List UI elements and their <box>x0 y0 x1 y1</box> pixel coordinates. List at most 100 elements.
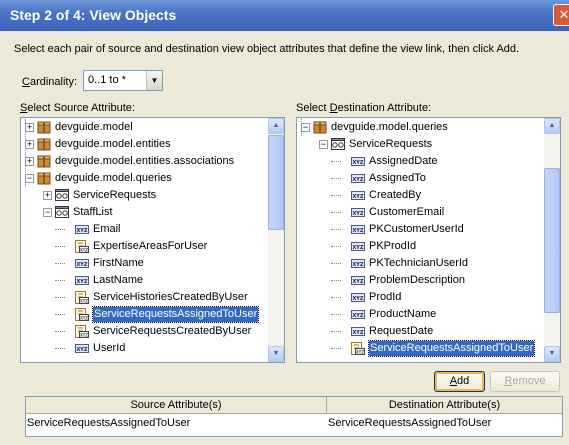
svg-text:XYZ: XYZ <box>76 347 87 353</box>
attribute-icon: XYZ <box>351 155 365 168</box>
svg-text:XYZ: XYZ <box>352 211 363 217</box>
tree-node[interactable]: XYZ CustomerEmail <box>297 204 542 221</box>
svg-text:XYZ: XYZ <box>80 333 88 338</box>
collapse-icon[interactable]: − <box>319 140 328 149</box>
attribute-icon: XYZ <box>351 325 365 338</box>
scroll-up-icon[interactable]: ▲ <box>544 118 560 134</box>
tree-connector <box>331 314 341 315</box>
collapse-icon[interactable]: − <box>43 208 52 217</box>
tree-node[interactable]: − devguide.model.queries <box>297 119 542 136</box>
column-header-source[interactable]: Source Attribute(s) <box>26 397 327 414</box>
tree-connector <box>55 280 65 281</box>
attribute-icon: XYZ <box>75 223 89 236</box>
collapse-icon[interactable]: − <box>301 123 310 132</box>
tree-node[interactable]: + ServiceRequests <box>21 187 266 204</box>
collapse-icon[interactable]: − <box>25 174 34 183</box>
tree-connector <box>331 161 341 162</box>
attribute-icon: XYZ <box>351 257 365 270</box>
tree-connector <box>55 314 65 315</box>
tree-node[interactable]: XYZ ServiceRequestsAssignedToUser <box>297 340 542 357</box>
destination-tree-scrollbar[interactable]: ▲ ▼ <box>544 118 560 362</box>
tree-node-label: CustomerEmail <box>369 206 445 218</box>
tree-node-label: ServiceHistoriesCreatedByUser <box>93 291 248 303</box>
tree-node[interactable]: XYZ ServiceHistoriesCreatedByUser <box>21 289 266 306</box>
cardinality-label: Cardinality: <box>22 76 78 88</box>
tree-connector <box>331 195 341 196</box>
tree-node[interactable]: XYZ AssignedDate <box>297 153 542 170</box>
destination-attribute-label: Select Destination Attribute: <box>296 102 432 114</box>
svg-text:XYZ: XYZ <box>352 262 363 268</box>
scroll-up-icon[interactable]: ▲ <box>268 118 284 134</box>
tree-node[interactable]: XYZ Email <box>21 221 266 238</box>
tree-node[interactable]: XYZ ProdId <box>297 289 542 306</box>
tree-node[interactable]: XYZ ProblemDescription <box>297 272 542 289</box>
expand-icon[interactable]: + <box>43 191 52 200</box>
table-cell-source[interactable]: ServiceRequestsAssignedToUser <box>27 416 325 432</box>
tree-node-label: PKCustomerUserId <box>369 223 464 235</box>
tree-node-label: ServiceRequestsAssignedToUser <box>367 340 536 357</box>
svg-text:XYZ: XYZ <box>80 316 88 321</box>
add-button[interactable]: Add <box>434 371 485 392</box>
attribute-icon: XYZ <box>351 189 365 202</box>
attribute-icon: XYZ <box>351 308 365 321</box>
tree-node-label: ServiceRequests <box>73 189 157 201</box>
attribute-icon: XYZ <box>351 274 365 287</box>
tree-node[interactable]: − StaffList <box>21 204 266 221</box>
tree-node-label: devguide.model.queries <box>55 172 172 184</box>
package-icon <box>37 138 51 151</box>
tree-node[interactable]: XYZ AssignedTo <box>297 170 542 187</box>
tree-node-label: CreatedBy <box>369 189 421 201</box>
expand-icon[interactable]: + <box>25 157 34 166</box>
tree-node-label: devguide.model.entities.associations <box>55 155 235 167</box>
column-header-destination[interactable]: Destination Attribute(s) <box>327 397 562 414</box>
close-icon[interactable]: ✕ <box>553 4 569 26</box>
tree-node[interactable]: XYZ PKCustomerUserId <box>297 221 542 238</box>
svg-text:XYZ: XYZ <box>352 160 363 166</box>
attribute-icon: XYZ <box>351 223 365 236</box>
tree-node[interactable]: + devguide.model.entities <box>21 136 266 153</box>
cardinality-dropdown[interactable]: 0..1 to * ▼ <box>83 70 163 91</box>
tree-node[interactable]: XYZ UserId <box>21 340 266 357</box>
scroll-down-icon[interactable]: ▼ <box>544 346 560 362</box>
tree-node[interactable]: XYZ PKTechnicianUserId <box>297 255 542 272</box>
tree-node[interactable]: − ServiceRequests <box>297 136 542 153</box>
attribute-icon: XYZ <box>351 206 365 219</box>
tree-node-label: AssignedTo <box>369 172 426 184</box>
view-object-icon <box>55 206 69 219</box>
source-tree-scrollbar[interactable]: ▲ ▼ <box>268 118 284 362</box>
tree-node-label: ExpertiseAreasForUser <box>93 240 208 252</box>
tree-node[interactable]: + devguide.model.entities.associations <box>21 153 266 170</box>
svg-text:XYZ: XYZ <box>80 248 88 253</box>
tree-node[interactable]: XYZ FirstName <box>21 255 266 272</box>
table-cell-destination[interactable]: ServiceRequestsAssignedToUser <box>328 416 560 432</box>
tree-node-label: AssignedDate <box>369 155 438 167</box>
tree-connector <box>55 348 65 349</box>
tree-node-label: devguide.model.entities <box>55 138 171 150</box>
view-object-icon <box>331 138 345 151</box>
destination-attribute-tree[interactable]: − devguide.model.queries − ServiceRequests X… <box>296 117 561 363</box>
source-attribute-tree[interactable]: + devguide.model + devguide.model.entities +… <box>20 117 285 363</box>
expand-icon[interactable]: + <box>25 123 34 132</box>
scroll-thumb[interactable] <box>268 135 284 230</box>
scroll-thumb[interactable] <box>544 168 560 313</box>
tree-node[interactable]: XYZ ServiceRequestsAssignedToUser <box>21 306 266 323</box>
svg-text:XYZ: XYZ <box>352 177 363 183</box>
tree-node[interactable]: XYZ ServiceRequestsCreatedByUser <box>21 323 266 340</box>
tree-node[interactable]: XYZ RequestDate <box>297 323 542 340</box>
tree-node[interactable]: + devguide.model <box>21 119 266 136</box>
tree-node[interactable]: − devguide.model.queries <box>21 170 266 187</box>
remove-button[interactable]: Remove <box>490 371 560 392</box>
tree-node-label: ServiceRequestsCreatedByUser <box>93 325 252 337</box>
tree-node[interactable]: XYZ PKProdId <box>297 238 542 255</box>
package-icon <box>37 172 51 185</box>
tree-node[interactable]: XYZ LastName <box>21 272 266 289</box>
tree-node[interactable]: XYZ ExpertiseAreasForUser <box>21 238 266 255</box>
svg-text:XYZ: XYZ <box>80 299 88 304</box>
chevron-down-icon[interactable]: ▼ <box>146 71 162 90</box>
tree-node-label: StaffList <box>73 206 113 218</box>
instructions-text: Select each pair of source and destinati… <box>14 43 520 55</box>
expand-icon[interactable]: + <box>25 140 34 149</box>
tree-node[interactable]: XYZ ProductName <box>297 306 542 323</box>
tree-node[interactable]: XYZ CreatedBy <box>297 187 542 204</box>
scroll-down-icon[interactable]: ▼ <box>268 346 284 362</box>
